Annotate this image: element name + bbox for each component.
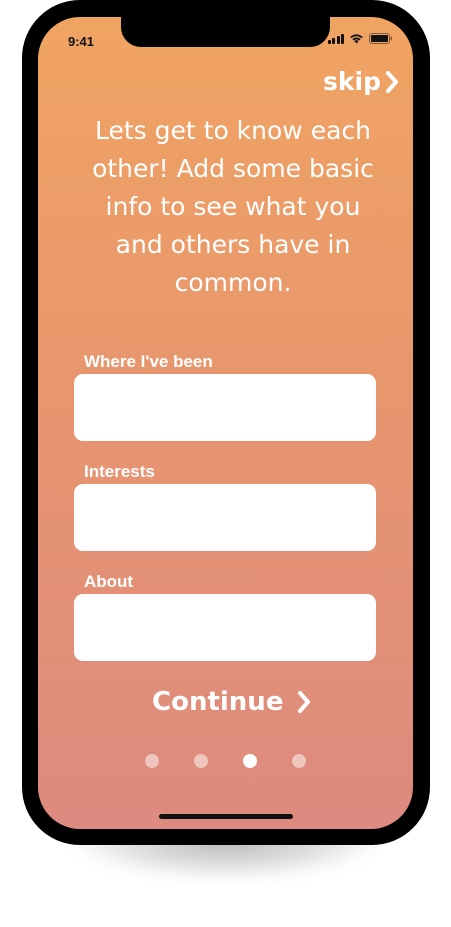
where-ive-been-label: Where I've been (84, 352, 213, 371)
chevron-right-icon (298, 691, 311, 713)
page-dot[interactable] (292, 754, 306, 768)
page-dot[interactable] (145, 754, 159, 768)
signal-icon (327, 33, 344, 44)
about-input[interactable] (74, 594, 376, 661)
continue-label: Continue (152, 687, 284, 717)
chevron-right-icon (386, 70, 398, 93)
battery-icon (369, 33, 393, 44)
home-indicator[interactable] (159, 814, 293, 819)
wifi-icon (349, 33, 364, 44)
onboarding-screen: 9:41 skip Lets get to know each other! A… (38, 17, 413, 829)
continue-button[interactable]: Continue (152, 687, 311, 717)
where-ive-been-input[interactable] (74, 374, 376, 441)
mockup-stage: 9:41 skip Lets get to know each other! A… (0, 0, 451, 927)
skip-label: skip (323, 67, 381, 96)
page-dot[interactable] (194, 754, 208, 768)
page-dot-active[interactable] (243, 754, 257, 768)
interests-label: Interests (84, 462, 155, 481)
about-label: About (84, 572, 134, 591)
interests-input[interactable] (74, 484, 376, 551)
page-indicator (145, 754, 306, 768)
status-time: 9:41 (68, 34, 95, 49)
skip-button[interactable]: skip (323, 67, 399, 96)
status-icons (327, 33, 394, 44)
intro-text: Lets get to know each other! Add some ba… (92, 116, 374, 297)
notch (121, 17, 330, 47)
